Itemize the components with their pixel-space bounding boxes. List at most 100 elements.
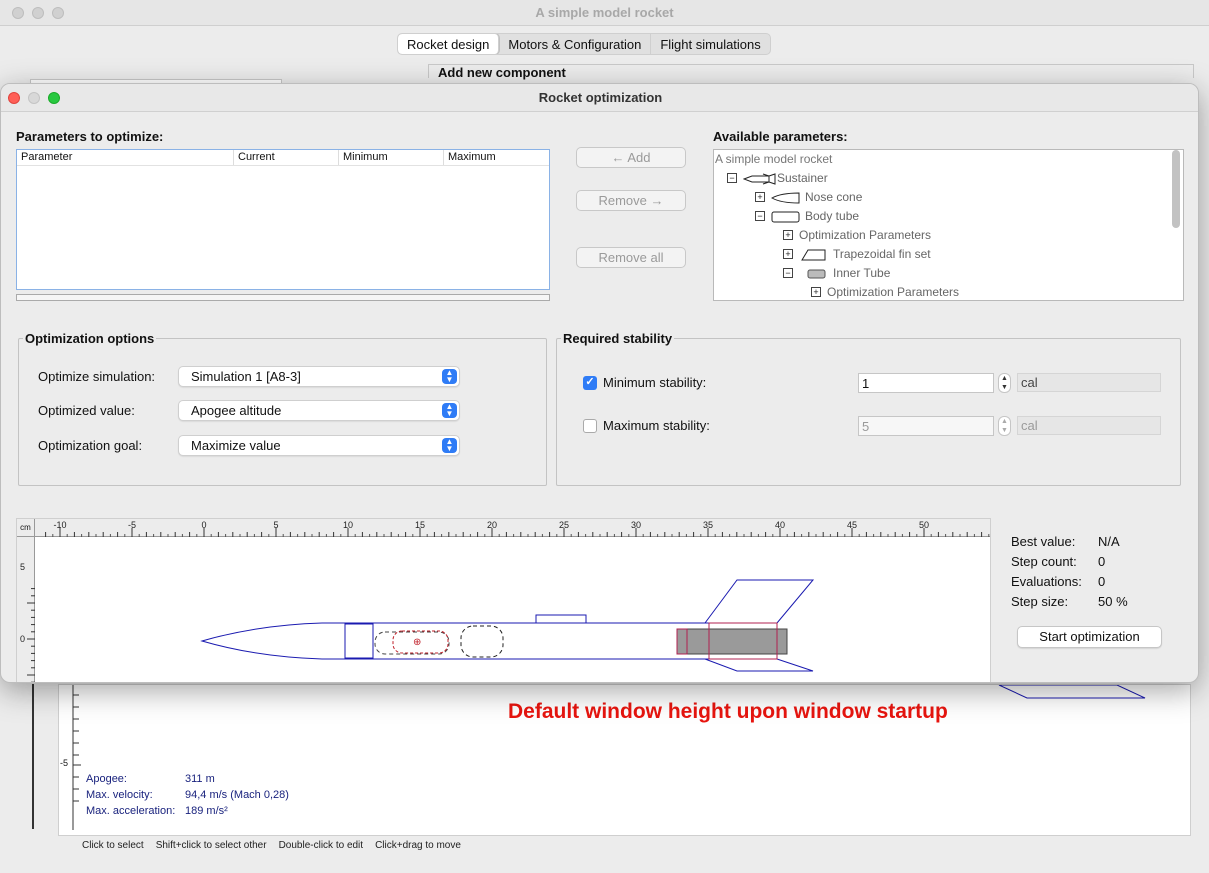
available-params-title: Available parameters: [713,129,848,144]
tree-item-optimization-params-2[interactable]: Optimization Parameters [827,283,959,300]
tree-item-fin-set[interactable]: Trapezoidal fin set [833,245,931,264]
min-stability-input[interactable]: 1 [858,373,994,393]
simulation-select[interactable]: Simulation 1 [A8-3] ▲ ▼ [178,366,460,387]
evaluations: 0 [1098,574,1106,589]
x-tick-label: 15 [415,520,425,530]
shock-cord [374,631,450,655]
max-stability-checkbox[interactable] [583,419,597,433]
x-tick-label: 45 [847,520,857,530]
params-to-optimize-title: Parameters to optimize: [16,129,164,144]
cg-marker: ⊕ [413,637,421,648]
tree-item-rocket[interactable]: A simple model rocket [715,150,832,169]
tab-flight-simulations[interactable]: Flight simulations [651,34,769,54]
x-tick-label: 0 [201,520,206,530]
tree-item-body-tube[interactable]: Body tube [805,207,859,226]
best-value: N/A [1098,534,1120,549]
col-maximum[interactable]: Maximum [444,150,549,165]
startup-annotation: Default window height upon window startu… [508,700,948,723]
nose-cone-icon [771,192,800,204]
col-minimum[interactable]: Minimum [339,150,444,165]
x-tick-label: 30 [631,520,641,530]
add-component-title: Add new component [436,65,568,80]
tree-item-optimization-params[interactable]: Optimization Parameters [799,226,931,245]
fin-bottom [704,658,814,672]
x-tick-label: 20 [487,520,497,530]
tab-motors-configuration[interactable]: Motors & Configuration [499,34,652,54]
required-stability-group [556,338,1181,486]
collapse-icon[interactable]: − [783,268,793,278]
expand-icon[interactable]: + [755,192,765,202]
required-stability-title: Required stability [561,331,675,346]
tree-scrollbar[interactable] [1172,150,1180,228]
status-hints: Click to select Shift+click to select ot… [82,840,461,851]
dialog-titlebar: Rocket optimization [1,84,1198,112]
add-button[interactable]: ← Add [576,147,686,168]
main-tabs: Rocket design Motors & Configuration Fli… [397,33,771,55]
apogee-value: 311 m [185,773,215,785]
params-horizontal-scrollbar[interactable] [16,294,550,301]
max-stability-unit[interactable]: cal [1017,416,1161,435]
max-acceleration-label: Max. acceleration: [86,805,176,817]
expand-icon[interactable]: + [811,287,821,297]
params-table-header: Parameter Current Minimum Maximum [17,150,549,166]
optimization-goal-select[interactable]: Maximize value ▲ ▼ [178,435,460,456]
hint-shift-click: Shift+click to select other [155,840,267,851]
launch-lug [535,614,587,624]
main-window-title: A simple model rocket [535,5,674,20]
fin-top [704,579,815,624]
remove-all-button[interactable]: Remove all [576,247,686,268]
col-parameter[interactable]: Parameter [17,150,234,165]
max-velocity-value: 94,4 m/s (Mach 0,28) [185,789,289,801]
chevron-updown-icon: ▲ ▼ [442,438,457,453]
x-tick-label: -10 [53,520,66,530]
tree-item-sustainer[interactable]: Sustainer [777,169,828,188]
parachute [460,625,504,658]
expand-icon[interactable]: + [783,249,793,259]
x-tick-label: 35 [703,520,713,530]
rocket-optimization-dialog: Rocket optimization Parameters to optimi… [0,83,1199,683]
y-tick-label: 5 [20,562,25,572]
col-current[interactable]: Current [234,150,339,165]
chevron-updown-icon: ▲ ▼ [442,403,457,418]
hint-click-select: Click to select [82,840,144,851]
max-stability-label: Maximum stability: [603,418,710,433]
main-titlebar: A simple model rocket [0,0,1209,26]
x-tick-label: 10 [343,520,353,530]
tree-item-inner-tube[interactable]: Inner Tube [833,264,890,283]
axis-label-minus5: -5 [60,758,69,768]
step-count-row: Step count: 0 [1011,554,1105,569]
remove-button[interactable]: Remove → [576,190,686,211]
min-stability-label: Minimum stability: [603,375,707,390]
optimize-simulation-label: Optimize simulation: [38,369,156,384]
best-value-label: Best value: [1011,534,1076,549]
vertical-ruler-line [32,684,34,829]
min-stability-checkbox[interactable]: ✓ [583,376,597,390]
optimized-value-select[interactable]: Apogee altitude ▲ ▼ [178,400,460,421]
body-tube-icon [771,211,800,223]
min-stability-unit[interactable]: cal [1017,373,1161,392]
rocket-icon [743,173,776,185]
max-acceleration-value: 189 m/s² [185,805,228,817]
tab-rocket-design[interactable]: Rocket design [398,34,500,54]
hint-click-drag: Click+drag to move [375,840,461,851]
max-stability-input[interactable]: 5 [858,416,994,436]
x-tick-label: 40 [775,520,785,530]
fin-set-icon [801,249,826,261]
chevron-updown-icon: ▲ ▼ [442,369,457,384]
start-optimization-button[interactable]: Start optimization [1017,626,1162,648]
optimization-goal-label: Optimization goal: [38,438,143,453]
tree-item-nose-cone[interactable]: Nose cone [805,188,862,207]
collapse-icon[interactable]: − [755,211,765,221]
x-tick-label: 25 [559,520,569,530]
available-params-tree[interactable]: A simple model rocket − Sustainer + Nose… [713,149,1184,301]
expand-icon[interactable]: + [783,230,793,240]
apogee-label: Apogee: [86,773,127,785]
collapse-icon[interactable]: − [727,173,737,183]
step-count: 0 [1098,554,1106,569]
params-table[interactable]: Parameter Current Minimum Maximum [16,149,550,290]
rocket-drawing: ⊕ -10 -5 0 5 10 15 20 25 30 35 40 45 5050 [20,520,990,682]
min-stability-stepper[interactable]: ▲ ▼ [998,373,1011,393]
rocket-figure[interactable]: cm ⊕ -10 -5 0 5 10 15 20 25 30 35 40 45 50 5 0 [16,518,991,682]
max-stability-stepper[interactable]: ▲ ▼ [998,416,1011,436]
flight-info: Apogee: 311 m Max. velocity: 94,4 m/s (Mac… [86,771,289,819]
